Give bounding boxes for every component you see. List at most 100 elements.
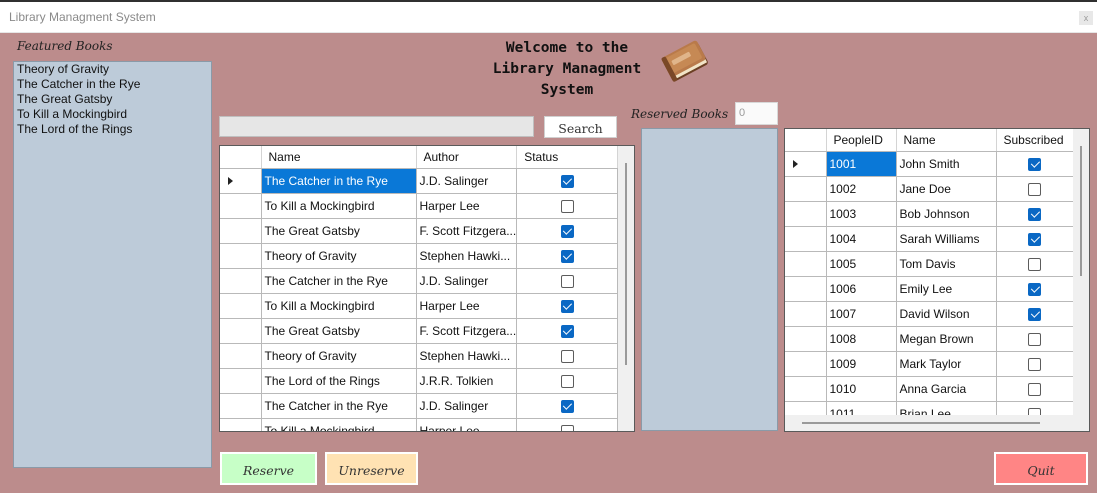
scrollbar-thumb[interactable] [625,163,627,365]
book-name-cell[interactable]: The Great Gatsby [261,218,417,244]
row-header[interactable] [220,218,262,244]
book-status-cell[interactable] [516,318,619,344]
book-name-cell[interactable]: The Catcher in the Rye [261,393,417,419]
people-subscribed-cell[interactable] [996,151,1074,177]
search-input[interactable] [219,116,534,137]
checkbox-checked[interactable] [560,299,574,313]
row-header[interactable] [785,376,827,402]
table-row[interactable]: To Kill a Mockingbird Harper Lee [220,293,619,319]
book-author-cell[interactable]: Harper Lee [416,293,518,319]
book-name-cell[interactable]: To Kill a Mockingbird [261,418,417,431]
title-bar[interactable]: Library Managment System x [0,0,1097,33]
table-row[interactable]: 1003 Bob Johnson [785,201,1074,227]
people-name-cell[interactable]: Emily Lee [896,276,997,302]
reserve-button[interactable]: Reserve [220,452,317,485]
featured-book-item[interactable]: The Catcher in the Rye [14,77,211,92]
book-author-cell[interactable]: J.R.R. Tolkien [416,368,518,394]
table-row[interactable]: 1007 David Wilson [785,301,1074,327]
book-author-cell[interactable]: Stephen Hawki... [416,243,518,269]
books-vertical-scrollbar[interactable] [618,146,634,431]
book-status-cell[interactable] [516,168,619,194]
people-id-cell[interactable]: 1001 [826,151,897,177]
book-author-cell[interactable]: Stephen Hawki... [416,343,518,369]
people-id-cell[interactable]: 1009 [826,351,897,377]
book-name-cell[interactable]: Theory of Gravity [261,343,417,369]
people-subscribed-cell[interactable] [996,301,1074,327]
people-subscribed-cell[interactable] [996,176,1074,202]
people-name-cell[interactable]: John Smith [896,151,997,177]
checkbox-checked[interactable] [1028,282,1041,296]
row-header[interactable] [220,343,262,369]
row-header[interactable] [785,151,827,177]
row-header[interactable] [785,276,827,302]
book-author-cell[interactable]: J.D. Salinger [416,268,518,294]
people-subscribed-cell[interactable] [996,376,1074,402]
checkbox-checked[interactable] [560,324,574,338]
people-id-cell[interactable]: 1003 [826,201,897,227]
book-name-cell[interactable]: The Catcher in the Rye [261,168,417,194]
checkbox-checked[interactable] [1028,207,1041,221]
reserved-books-list[interactable] [641,128,778,431]
checkbox-checked[interactable] [560,249,574,263]
book-author-cell[interactable]: J.D. Salinger [416,393,518,419]
people-name-cell[interactable]: Bob Johnson [896,201,997,227]
checkbox-unchecked[interactable] [560,199,574,213]
table-row[interactable]: To Kill a Mockingbird Harper Lee [220,418,619,431]
people-id-cell[interactable]: 1010 [826,376,897,402]
people-name-cell[interactable]: Tom Davis [896,251,997,277]
book-status-cell[interactable] [516,218,619,244]
table-row[interactable]: Theory of Gravity Stephen Hawki... [220,343,619,369]
book-name-cell[interactable]: To Kill a Mockingbird [261,193,417,219]
row-header[interactable] [220,193,262,219]
table-row[interactable]: Theory of Gravity Stephen Hawki... [220,243,619,269]
people-subscribed-cell[interactable] [996,201,1074,227]
column-header-status[interactable]: Status [516,146,619,169]
scrollbar-thumb[interactable] [802,422,1040,424]
column-header-name[interactable]: Name [261,146,417,169]
people-subscribed-cell[interactable] [996,326,1074,352]
book-name-cell[interactable]: The Great Gatsby [261,318,417,344]
table-row[interactable]: The Catcher in the Rye J.D. Salinger [220,168,619,194]
book-author-cell[interactable]: J.D. Salinger [416,168,518,194]
book-status-cell[interactable] [516,343,619,369]
column-header-peopleid[interactable]: PeopleID [826,129,897,152]
row-header[interactable] [785,226,827,252]
checkbox-unchecked[interactable] [1028,382,1041,396]
featured-books-list[interactable]: Theory of Gravity The Catcher in the Rye T… [13,61,212,468]
table-row[interactable]: 1001 John Smith [785,151,1074,177]
people-name-cell[interactable]: David Wilson [896,301,997,327]
checkbox-checked[interactable] [1028,232,1041,246]
book-author-cell[interactable]: Harper Lee [416,418,518,431]
book-author-cell[interactable]: Harper Lee [416,193,518,219]
book-status-cell[interactable] [516,293,619,319]
quit-button[interactable]: Quit [994,452,1088,485]
people-grid[interactable]: PeopleID Name Subscribed 1001 John Smith 1… [784,128,1090,432]
row-header[interactable] [220,368,262,394]
book-status-cell[interactable] [516,243,619,269]
column-header-name[interactable]: Name [896,129,997,152]
people-name-cell[interactable]: Jane Doe [896,176,997,202]
checkbox-unchecked[interactable] [1028,357,1041,371]
row-header[interactable] [785,351,827,377]
book-name-cell[interactable]: The Catcher in the Rye [261,268,417,294]
people-name-cell[interactable]: Sarah Williams [896,226,997,252]
table-row[interactable]: 1008 Megan Brown [785,326,1074,352]
table-row[interactable]: 1005 Tom Davis [785,251,1074,277]
search-button[interactable]: Search [544,116,617,138]
featured-book-item[interactable]: The Lord of the Rings [14,122,211,137]
table-row[interactable]: The Great Gatsby F. Scott Fitzgera... [220,218,619,244]
checkbox-unchecked[interactable] [560,424,574,431]
featured-book-item[interactable]: The Great Gatsby [14,92,211,107]
people-subscribed-cell[interactable] [996,276,1074,302]
book-name-cell[interactable]: To Kill a Mockingbird [261,293,417,319]
book-author-cell[interactable]: F. Scott Fitzgera... [416,318,518,344]
checkbox-unchecked[interactable] [560,349,574,363]
book-name-cell[interactable]: Theory of Gravity [261,243,417,269]
column-header-author[interactable]: Author [416,146,518,169]
checkbox-checked[interactable] [560,174,574,188]
table-row[interactable]: 1006 Emily Lee [785,276,1074,302]
row-header[interactable] [220,418,262,431]
scrollbar-thumb[interactable] [1080,146,1082,276]
row-header[interactable] [220,293,262,319]
close-icon[interactable]: x [1079,11,1093,25]
